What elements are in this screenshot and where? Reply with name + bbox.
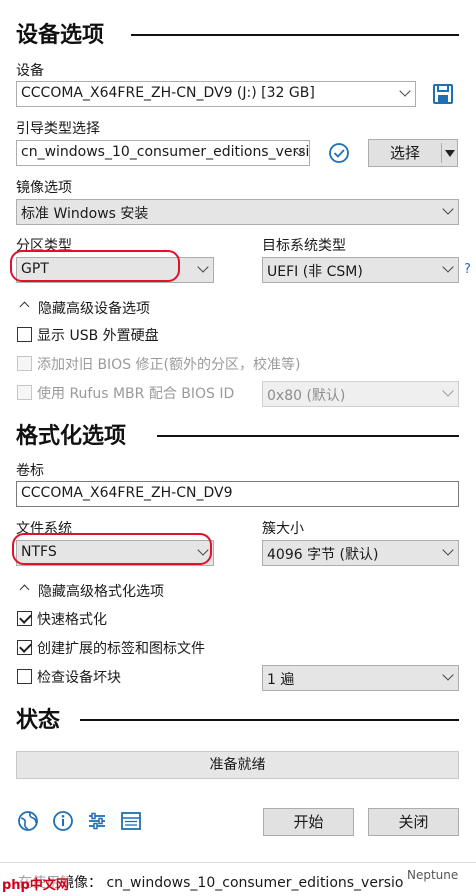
extended-label-label: 创建扩展的标签和图标文件 [37,641,205,657]
hide-advanced-device-toggle[interactable]: 隐藏高级设备选项 [38,298,150,318]
device-select[interactable]: CCCOMA_X64FRE_ZH-CN_DV9 (J:) [32 GB] [16,81,416,107]
device-label: 设备 [16,63,44,79]
boot-type-label: 引导类型选择 [16,121,100,137]
status-bar: 准备就绪 [16,751,459,779]
extended-label-checkbox[interactable] [17,640,32,655]
language-globe-icon[interactable] [17,810,39,832]
file-system-label: 文件系统 [16,521,72,537]
device-select-value: CCCOMA_X64FRE_ZH-CN_DV9 (J:) [32 GB] [21,85,315,101]
settings-sliders-icon[interactable] [86,810,108,832]
file-system-select[interactable]: NTFS [16,540,214,566]
old-bios-checkbox[interactable] [17,356,32,371]
select-image-button[interactable]: 选择 [368,139,458,167]
image-option-label: 镜像选项 [16,180,72,196]
chevron-down-icon [197,544,209,556]
footer-divider [0,862,476,863]
old-bios-label: 添加对旧 BIOS 修正(额外的分区，校准等) [37,357,301,373]
boot-type-select[interactable]: cn_windows_10_consumer_editions_versio [16,140,310,166]
usb-hdd-label: 显示 USB 外置硬盘 [37,328,159,344]
chevron-down-icon [442,669,454,681]
quick-format-label: 快速格式化 [37,612,107,628]
collapse-caret-icon[interactable] [19,301,30,312]
bios-id-value: 0x80 (默认) [267,388,346,404]
bad-blocks-checkbox[interactable] [17,669,32,684]
target-system-label: 目标系统类型 [262,238,346,254]
hide-advanced-format-toggle[interactable]: 隐藏高级格式化选项 [38,581,164,601]
chevron-down-icon [399,85,411,97]
footer-status-text: 在使用镜像： cn_windows_10_consumer_editions_v… [18,875,404,891]
cluster-size-select[interactable]: 4096 字节 (默认) [262,540,459,566]
bios-id-select[interactable]: 0x80 (默认) [262,381,459,407]
watermark-left: php中文网 [2,874,69,893]
volume-label-value: CCCOMA_X64FRE_ZH-CN_DV9 [21,485,233,501]
help-icon[interactable]: ? [464,262,471,277]
save-icon[interactable] [432,83,454,105]
dropdown-arrow-icon[interactable] [445,150,455,158]
format-section-title: 格式化选项 [16,424,127,449]
image-option-value: 标准 Windows 安装 [21,206,149,222]
volume-label-caption: 卷标 [16,463,44,479]
section-divider [157,435,459,437]
chevron-down-icon [442,544,454,556]
info-icon[interactable] [52,810,74,832]
rufus-mbr-label: 使用 Rufus MBR 配合 BIOS ID [37,386,235,402]
device-section-title: 设备选项 [16,23,105,48]
image-option-select[interactable]: 标准 Windows 安装 [16,199,459,225]
volume-label-input[interactable]: CCCOMA_X64FRE_ZH-CN_DV9 [16,481,459,507]
quick-format-checkbox[interactable] [17,611,32,626]
section-divider [80,719,459,721]
rufus-mbr-checkbox[interactable] [17,385,32,400]
passes-select[interactable]: 1 遍 [262,665,459,691]
status-text: 准备就绪 [209,757,266,773]
watermark-right: Neptune [404,868,462,882]
partition-type-value: GPT [21,261,49,277]
collapse-caret-icon[interactable] [19,584,30,595]
section-divider [131,34,459,36]
partition-type-label: 分区类型 [16,238,72,254]
bad-blocks-label: 检查设备坏块 [37,670,121,686]
usb-hdd-checkbox[interactable] [17,327,32,342]
chevron-down-icon [442,203,454,215]
target-system-value: UEFI (非 CSM) [267,264,363,280]
target-system-select[interactable]: UEFI (非 CSM) [262,257,459,283]
file-system-value: NTFS [21,544,57,560]
partition-type-select[interactable]: GPT [16,257,214,283]
start-button[interactable]: 开始 [263,808,354,836]
chevron-down-icon [197,261,209,273]
chevron-down-icon [442,261,454,273]
select-button-label: 选择 [389,144,420,162]
status-section-title: 状态 [16,708,61,733]
cluster-size-label: 簇大小 [262,521,304,537]
passes-value: 1 遍 [267,672,295,688]
chevron-down-icon [442,385,454,397]
log-table-icon[interactable] [120,810,142,832]
verify-check-icon[interactable] [328,142,350,164]
cluster-size-value: 4096 字节 (默认) [267,547,379,563]
split-divider [441,143,442,163]
boot-type-select-value: cn_windows_10_consumer_editions_versio [21,144,310,160]
close-button[interactable]: 关闭 [368,808,459,836]
